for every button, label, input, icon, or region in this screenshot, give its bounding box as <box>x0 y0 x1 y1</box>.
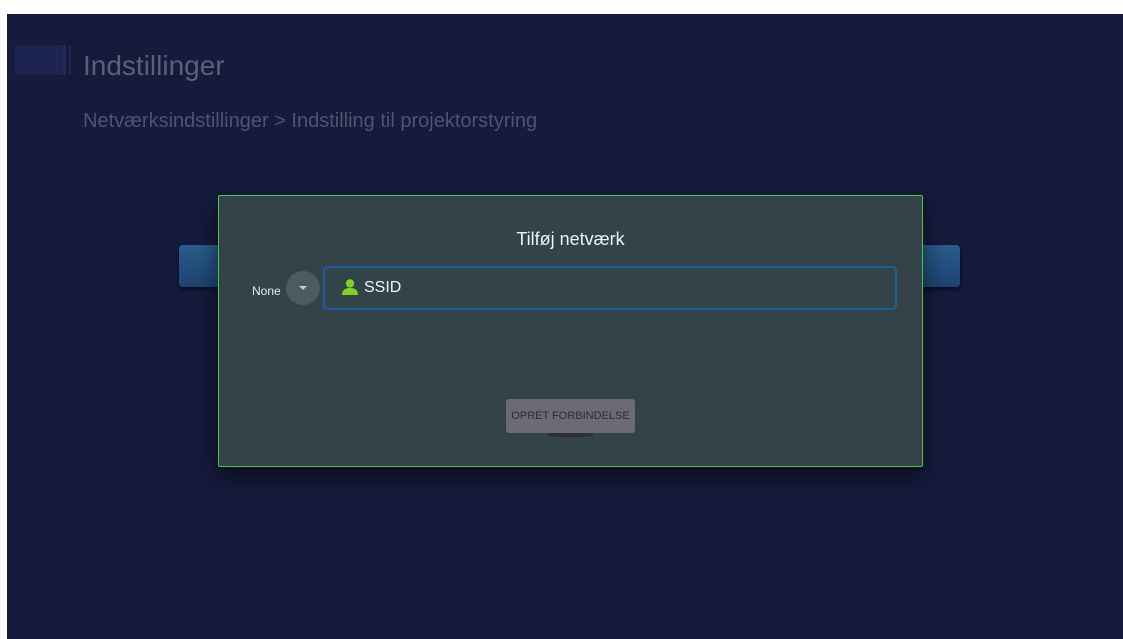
security-type-dropdown[interactable] <box>286 271 320 305</box>
page-title: Indstillinger <box>83 50 225 81</box>
ssid-placeholder: SSID <box>364 279 402 296</box>
header-divider <box>69 45 71 75</box>
security-type-value: None <box>252 284 281 298</box>
connect-button[interactable]: OPRET FORBINDELSE <box>506 399 635 433</box>
breadcrumb: Netværksindstillinger > Indstilling til … <box>83 110 538 132</box>
ssid-input[interactable]: SSID <box>323 266 897 310</box>
user-icon <box>342 279 358 295</box>
back-button[interactable] <box>15 45 66 75</box>
dialog-title: Tilføj netværk <box>516 229 625 249</box>
settings-screen: Indstillinger Netværksindstillinger > In… <box>7 14 1123 639</box>
add-network-dialog: Tilføj netværk None SSID OPRET FORBINDEL… <box>218 195 923 467</box>
chevron-down-icon <box>299 286 307 290</box>
connect-button-shadow <box>548 433 593 437</box>
